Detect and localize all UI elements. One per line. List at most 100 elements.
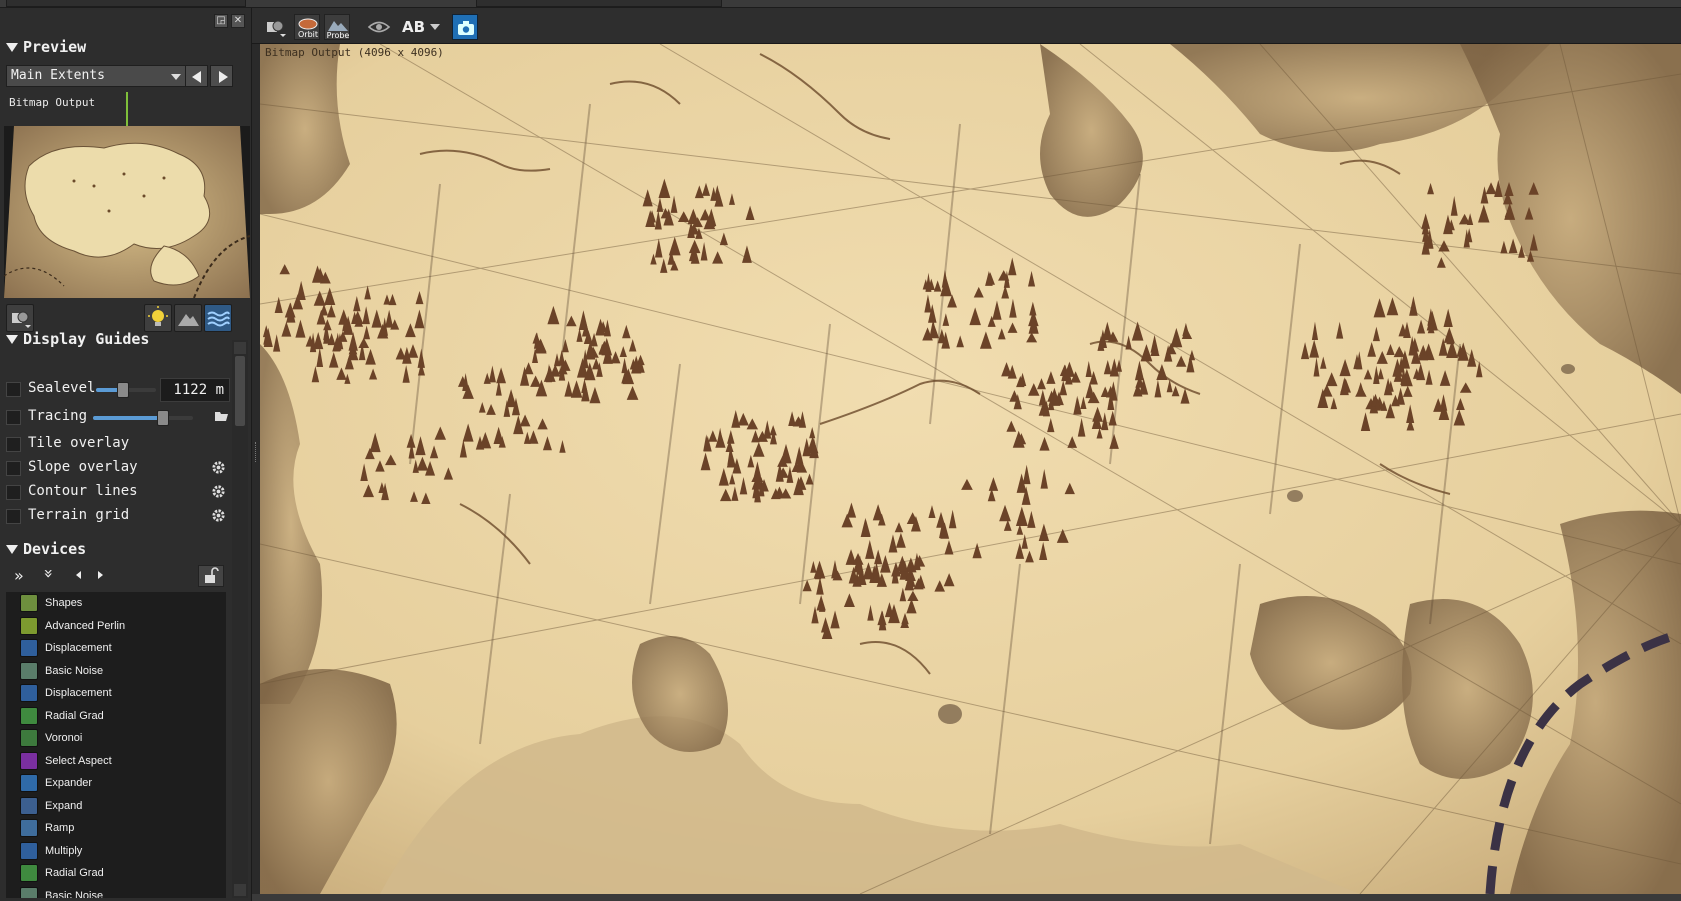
map-viewport[interactable]	[260, 44, 1681, 894]
device-item[interactable]: Select Aspect	[6, 750, 226, 773]
slope-overlay-checkbox[interactable]	[6, 461, 21, 476]
device-item[interactable]: Multiply	[6, 840, 226, 863]
device-label: Select Aspect	[45, 754, 112, 767]
tracing-checkbox[interactable]	[6, 410, 21, 425]
previous-extent-button[interactable]	[185, 65, 208, 87]
device-item[interactable]: Expander	[6, 772, 226, 795]
device-icon	[20, 796, 38, 815]
terrain-grid-settings-gear-icon[interactable]	[211, 508, 226, 527]
lock-button[interactable]	[198, 565, 224, 587]
tracing-slider-handle[interactable]	[157, 410, 169, 426]
devices-list: Shapes Advanced Perlin Displacement Basic N…	[6, 592, 226, 898]
device-label: Multiply	[45, 844, 83, 857]
tile-overlay-label: Tile overlay	[28, 435, 130, 451]
ab-compare-button[interactable]: AB	[400, 14, 444, 40]
device-label: Basic Noise	[45, 664, 104, 677]
orbit-button[interactable]: Orbit	[294, 14, 320, 40]
scroll-up-button[interactable]	[234, 342, 246, 354]
device-item[interactable]: Displacement	[6, 682, 226, 705]
contour-settings-gear-icon[interactable]	[211, 484, 226, 503]
lighting-button[interactable]	[144, 304, 172, 332]
device-label: Basic Noise	[45, 889, 104, 898]
device-label: Radial Grad	[45, 709, 104, 722]
guide-row-slope-overlay: Slope overlay	[6, 457, 232, 479]
guide-row-terrain-grid: Terrain grid	[6, 505, 232, 527]
guide-row-tile-overlay: Tile overlay	[6, 433, 232, 455]
panel-splitter[interactable]	[252, 44, 260, 894]
status-strip	[252, 894, 1681, 901]
device-menu-button[interactable]	[264, 14, 290, 40]
device-item[interactable]: Displacement	[6, 637, 226, 660]
preview-thumbnail[interactable]	[4, 126, 250, 298]
probe-button[interactable]: Probe	[324, 14, 350, 40]
small-arrow-left-icon[interactable]	[76, 571, 81, 579]
device-icon	[20, 886, 38, 898]
device-label: Displacement	[45, 687, 112, 700]
chevron-down-icon	[171, 74, 181, 80]
viewport-tab[interactable]	[476, 0, 722, 7]
water-waves-icon	[207, 311, 230, 327]
guide-row-sealevel: Sealevel 1122 m	[6, 378, 232, 402]
collapse-down-icon[interactable]: »	[39, 569, 58, 579]
sealevel-value-field[interactable]: 1122 m	[160, 378, 230, 402]
parchment-map	[260, 44, 1681, 894]
device-item[interactable]: Expand	[6, 795, 226, 818]
sealevel-label: Sealevel	[28, 380, 96, 396]
panel-scrollbar[interactable]	[232, 340, 248, 898]
device-item[interactable]: Basic Noise	[6, 885, 226, 898]
terrain-grid-checkbox[interactable]	[6, 509, 21, 524]
tile-overlay-checkbox[interactable]	[6, 437, 21, 452]
device-label: Expand	[45, 799, 83, 812]
scroll-down-button[interactable]	[234, 884, 246, 896]
device-item[interactable]: Voronoi	[6, 727, 226, 750]
devices-section-header[interactable]: Devices	[6, 540, 86, 558]
sealevel-slider-handle[interactable]	[117, 382, 129, 398]
device-item[interactable]: Shapes	[6, 592, 226, 615]
collapse-triangle-icon	[6, 334, 18, 344]
device-item[interactable]: Radial Grad	[6, 862, 226, 885]
device-item[interactable]: Ramp	[6, 817, 226, 840]
device-icon	[20, 819, 38, 838]
small-arrow-right-icon[interactable]	[98, 571, 103, 579]
device-item[interactable]: Basic Noise	[6, 660, 226, 683]
device-icon	[20, 751, 38, 770]
sealevel-checkbox[interactable]	[6, 382, 21, 397]
undock-icon[interactable]: ◲	[214, 14, 228, 28]
unlock-icon	[205, 567, 219, 583]
tracing-label: Tracing	[28, 408, 88, 424]
device-item[interactable]: Advanced Perlin	[6, 615, 226, 638]
render-settings-button[interactable]	[6, 304, 34, 332]
extents-dropdown[interactable]: Main Extents	[6, 65, 188, 87]
ab-compare-label: AB	[402, 18, 426, 36]
panel-corner-controls: ◲ ✕	[214, 14, 245, 28]
device-menu-icon	[267, 20, 286, 37]
device-label: Displacement	[45, 642, 112, 655]
device-icon	[20, 774, 38, 793]
device-icon	[20, 729, 38, 748]
probe-label: Probe	[327, 31, 350, 40]
expand-all-icon[interactable]: »	[14, 566, 24, 585]
panel-tab[interactable]	[6, 0, 246, 7]
collapse-triangle-icon	[6, 42, 18, 52]
terrain-view-button[interactable]	[174, 304, 202, 332]
guide-row-tracing: Tracing	[6, 406, 232, 428]
visibility-button[interactable]	[366, 14, 392, 40]
devices-title: Devices	[23, 540, 87, 558]
viewport-toolbar: Orbit Probe AB	[252, 8, 1681, 44]
devices-toolbar: » »	[6, 565, 232, 588]
terrain-grid-label: Terrain grid	[28, 507, 130, 523]
bitmap-output-label: Bitmap Output	[9, 96, 96, 109]
water-view-button[interactable]	[204, 304, 232, 332]
device-icon	[20, 639, 38, 658]
close-icon[interactable]: ✕	[231, 14, 245, 28]
contour-lines-checkbox[interactable]	[6, 485, 21, 500]
device-item[interactable]: Radial Grad	[6, 705, 226, 728]
scrollbar-thumb[interactable]	[235, 356, 245, 426]
preview-section-header[interactable]: Preview	[6, 38, 86, 56]
capture-button[interactable]	[452, 14, 478, 40]
viewport-title: Bitmap Output (4096 x 4096)	[265, 46, 444, 59]
next-extent-button[interactable]	[210, 65, 233, 87]
folder-open-icon[interactable]	[214, 408, 230, 428]
display-guides-section-header[interactable]: Display Guides	[6, 330, 149, 348]
slope-settings-gear-icon[interactable]	[211, 460, 226, 479]
